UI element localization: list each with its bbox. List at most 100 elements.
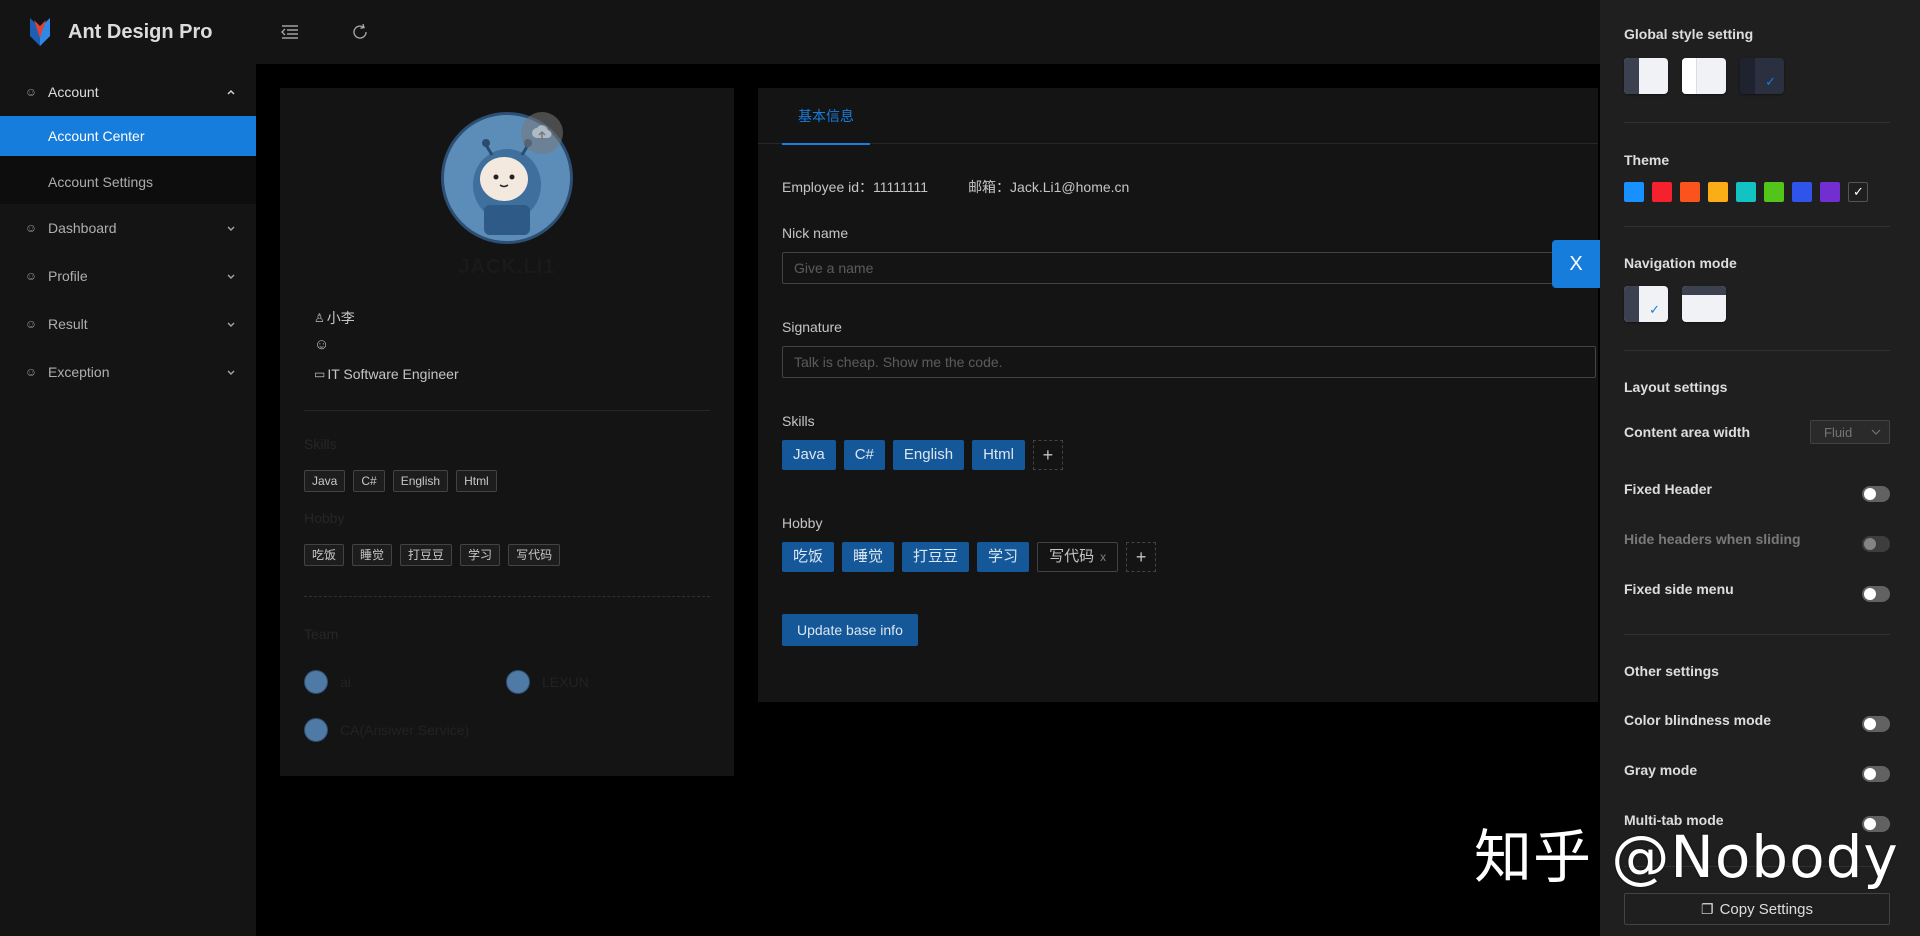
smile-icon: ☺ [24,365,38,379]
signature-input[interactable] [782,346,1596,378]
employee-line: Employee id：11111111 邮箱：Jack.Li1@home.cn [782,177,1129,197]
sidebar-item-exception[interactable]: ☺ Exception [0,348,256,396]
avatar [304,670,328,694]
theme-color-green[interactable] [1764,182,1784,202]
hide-headers-label: Hide headers when sliding [1624,531,1801,547]
skill-tag[interactable]: English [892,440,965,470]
fixed-side-menu-switch[interactable] [1862,586,1890,602]
add-hobby-button[interactable]: + [1126,542,1157,572]
upload-avatar-button[interactable] [521,112,563,154]
menu-fold-icon[interactable] [278,20,302,44]
color-blind-switch[interactable] [1862,716,1890,732]
theme-color-volcano[interactable] [1680,182,1700,202]
theme-color-cyan[interactable] [1736,182,1756,202]
fixed-header-switch[interactable] [1862,486,1890,502]
hobby-tag[interactable]: 吃饭 [782,542,835,572]
base-info-card: 基本信息 Employee id：11111111 邮箱：Jack.Li1@ho… [758,88,1598,702]
nickname-input[interactable] [782,252,1596,284]
theme-color-geekblue[interactable] [1792,182,1812,202]
navigation-mode-title: Navigation mode [1624,255,1737,271]
skill-tag[interactable]: C# [843,440,885,470]
avatar [304,718,328,742]
skill-tag: C# [353,470,385,492]
sidebar-item-profile[interactable]: ☺ Profile [0,252,256,300]
skill-tag: English [392,470,449,492]
divider [1624,350,1890,351]
avatar [506,670,530,694]
app-title: Ant Design Pro [68,20,213,43]
nickname-label: Nick name [782,225,849,241]
tab-base-info[interactable]: 基本信息 [782,88,870,145]
team-name: LEXUN [542,674,589,690]
sidebar-item-dashboard[interactable]: ☺ Dashboard [0,204,256,252]
smile-icon: ☺ [24,221,38,235]
hobby-tag[interactable]: 打豆豆 [902,542,970,572]
hobby-tag[interactable]: 睡觉 [842,542,895,572]
close-drawer-button[interactable]: X [1552,240,1600,288]
skills-editor: Java C# English Html + [782,440,1063,470]
title-line: ▭ IT Software Engineer [314,366,459,382]
skill-tag: Java [304,470,346,492]
logo[interactable]: Ant Design Pro [0,0,256,64]
hobby-tag: 打豆豆 [400,544,453,566]
chevron-down-icon [227,274,235,280]
user-name: JACK.LI1 [458,256,556,278]
team-member[interactable]: ai [304,670,351,694]
sidebar-item-label: Account [48,84,99,100]
copy-settings-button[interactable]: ❐ Copy Settings [1624,893,1890,925]
theme-color-gold[interactable] [1708,182,1728,202]
add-skill-button[interactable]: + [1032,440,1063,470]
smile-icon: ☺ [24,269,38,283]
sidebar-item-result[interactable]: ☺ Result [0,300,256,348]
divider [1624,122,1890,123]
id-card-icon: ▭ [314,367,326,381]
nav-side-menu-option[interactable]: ✓ [1624,286,1668,322]
fixed-header-row: Fixed Header [1624,476,1890,502]
theme-color-purple[interactable] [1820,182,1840,202]
theme-title: Theme [1624,152,1670,168]
hide-headers-switch[interactable] [1862,536,1890,552]
content-width-row: Content area width Fluid [1624,420,1890,444]
signature-label: Signature [782,319,842,335]
style-light-sider-option[interactable] [1624,58,1668,94]
chevron-down-icon [1871,429,1881,435]
watermark: 知乎 @Nobody [1474,823,1899,891]
close-icon[interactable]: x [1100,550,1106,564]
chevron-down-icon [227,322,235,328]
check-icon: ✓ [1853,184,1864,199]
sidebar-item-account-settings[interactable]: Account Settings [0,160,256,204]
ant-logo-icon [30,18,50,46]
update-base-info-button[interactable]: Update base info [782,614,918,646]
divider [304,410,710,411]
user-icon: ♙ [314,311,325,325]
fixed-side-menu-label: Fixed side menu [1624,581,1734,597]
team-member[interactable]: LEXUN [506,670,589,694]
check-icon: ✓ [1649,302,1660,317]
team-member[interactable]: CA(Ansiwer Service) [304,718,469,742]
hobby-tag[interactable]: 学习 [977,542,1030,572]
settings-drawer: Global style setting ✓ Theme ✓ Navigatio… [1600,0,1920,936]
divider [1624,634,1890,635]
style-dark-option[interactable]: ✓ [1740,58,1784,94]
style-light-option[interactable] [1682,58,1726,94]
skill-tag[interactable]: Html [972,440,1025,470]
theme-color-red[interactable] [1652,182,1672,202]
hobby-tag-editable[interactable]: 写代码 x [1037,542,1119,572]
sidebar-item-account-center[interactable]: Account Center [0,116,256,156]
color-blind-label: Color blindness mode [1624,712,1772,728]
hobby-tag: 睡觉 [352,544,393,566]
sidebar-item-account[interactable]: ☺ Account [0,68,256,116]
gray-mode-switch[interactable] [1862,766,1890,782]
nav-top-menu-option[interactable] [1682,286,1726,322]
reload-icon[interactable] [348,20,372,44]
sidebar-item-label: Account Center [48,128,145,144]
content-width-select[interactable]: Fluid [1810,420,1890,444]
chevron-up-icon [227,89,235,95]
color-blind-row: Color blindness mode [1624,708,1890,732]
skill-tag: Html [456,470,497,492]
theme-color-dark[interactable]: ✓ [1848,182,1868,202]
skill-tag[interactable]: Java [782,440,836,470]
theme-color-blue[interactable] [1624,182,1644,202]
sidebar: Ant Design Pro ☺ Account Account Center … [0,0,256,936]
copy-icon: ❐ [1701,900,1714,917]
